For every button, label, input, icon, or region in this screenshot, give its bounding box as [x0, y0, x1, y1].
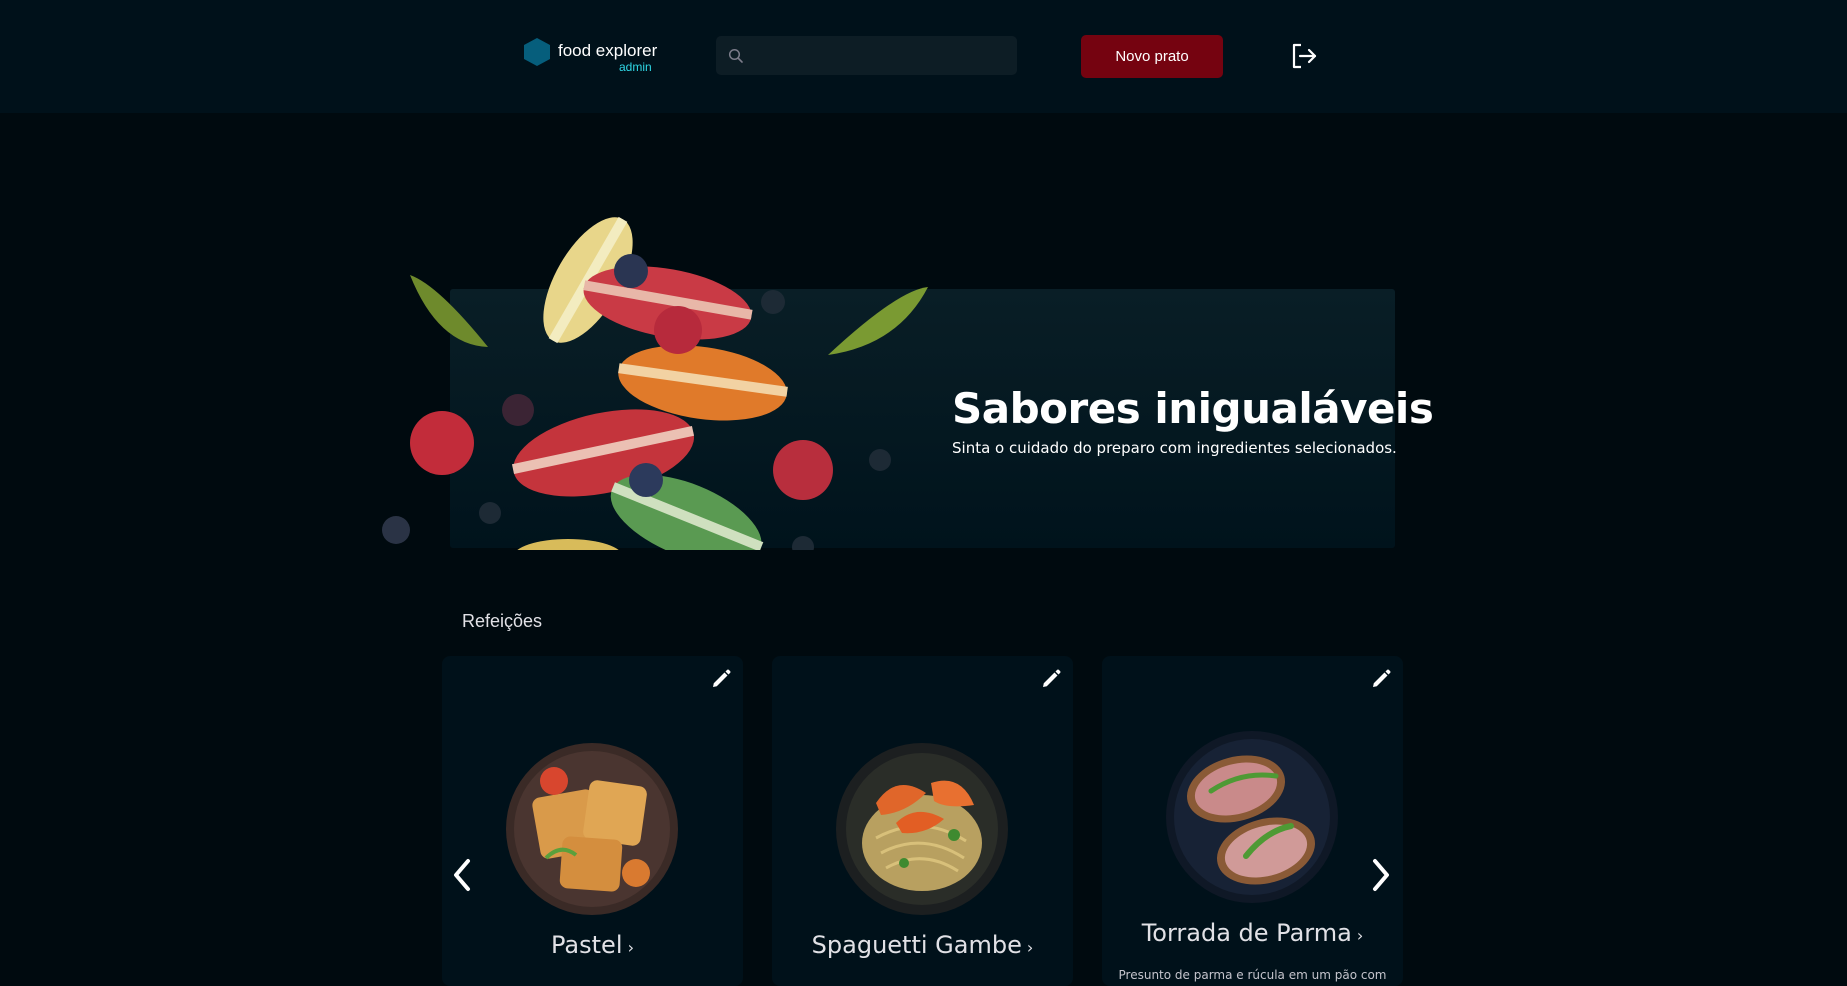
pencil-icon[interactable] — [1369, 667, 1393, 691]
dish-name-link[interactable]: Pastel › — [442, 931, 743, 959]
dish-name: Torrada de Parma — [1141, 919, 1352, 947]
chevron-right-icon: › — [622, 938, 634, 957]
logo[interactable]: food explorer admin — [524, 38, 664, 78]
dish-name-link[interactable]: Torrada de Parma › — [1102, 919, 1403, 947]
section-title: Refeições — [462, 611, 543, 631]
macarons-illustration — [382, 216, 928, 550]
dish-card[interactable]: Spaguetti Gambe › — [772, 656, 1073, 986]
dish-name: Pastel — [551, 931, 623, 959]
search-input[interactable] — [752, 36, 1007, 75]
hero-title: Sabores inigualáveis — [952, 384, 1434, 433]
sign-out-icon[interactable] — [1290, 42, 1318, 70]
pencil-icon[interactable] — [709, 667, 733, 691]
chevron-right-icon[interactable] — [1366, 855, 1396, 895]
logo-name: food explorer — [558, 41, 658, 60]
search-bar[interactable] — [716, 36, 1017, 75]
dish-card[interactable]: Torrada de Parma › Presunto de parma e r… — [1102, 656, 1403, 986]
new-dish-button[interactable]: Novo prato — [1081, 35, 1223, 78]
pencil-icon[interactable] — [1039, 667, 1063, 691]
app-header: food explorer admin Novo prato — [0, 0, 1847, 113]
dish-name: Spaguetti Gambe — [811, 931, 1022, 959]
dish-name-link[interactable]: Spaguetti Gambe › — [772, 931, 1073, 959]
dish-description: Presunto de parma e rúcula em um pão com — [1118, 968, 1387, 982]
chevron-right-icon: › — [1351, 926, 1364, 945]
dish-image — [506, 743, 678, 915]
chevron-right-icon: › — [1021, 938, 1034, 957]
hero-subtitle: Sinta o cuidado do preparo com ingredien… — [952, 439, 1397, 457]
dish-card[interactable]: Pastel › — [442, 656, 743, 986]
dish-image — [836, 743, 1008, 915]
admin-badge: admin — [619, 60, 652, 74]
hexagon-logo-icon — [524, 38, 550, 66]
search-icon — [728, 48, 743, 63]
dish-image — [1166, 731, 1338, 903]
chevron-left-icon[interactable] — [447, 855, 477, 895]
